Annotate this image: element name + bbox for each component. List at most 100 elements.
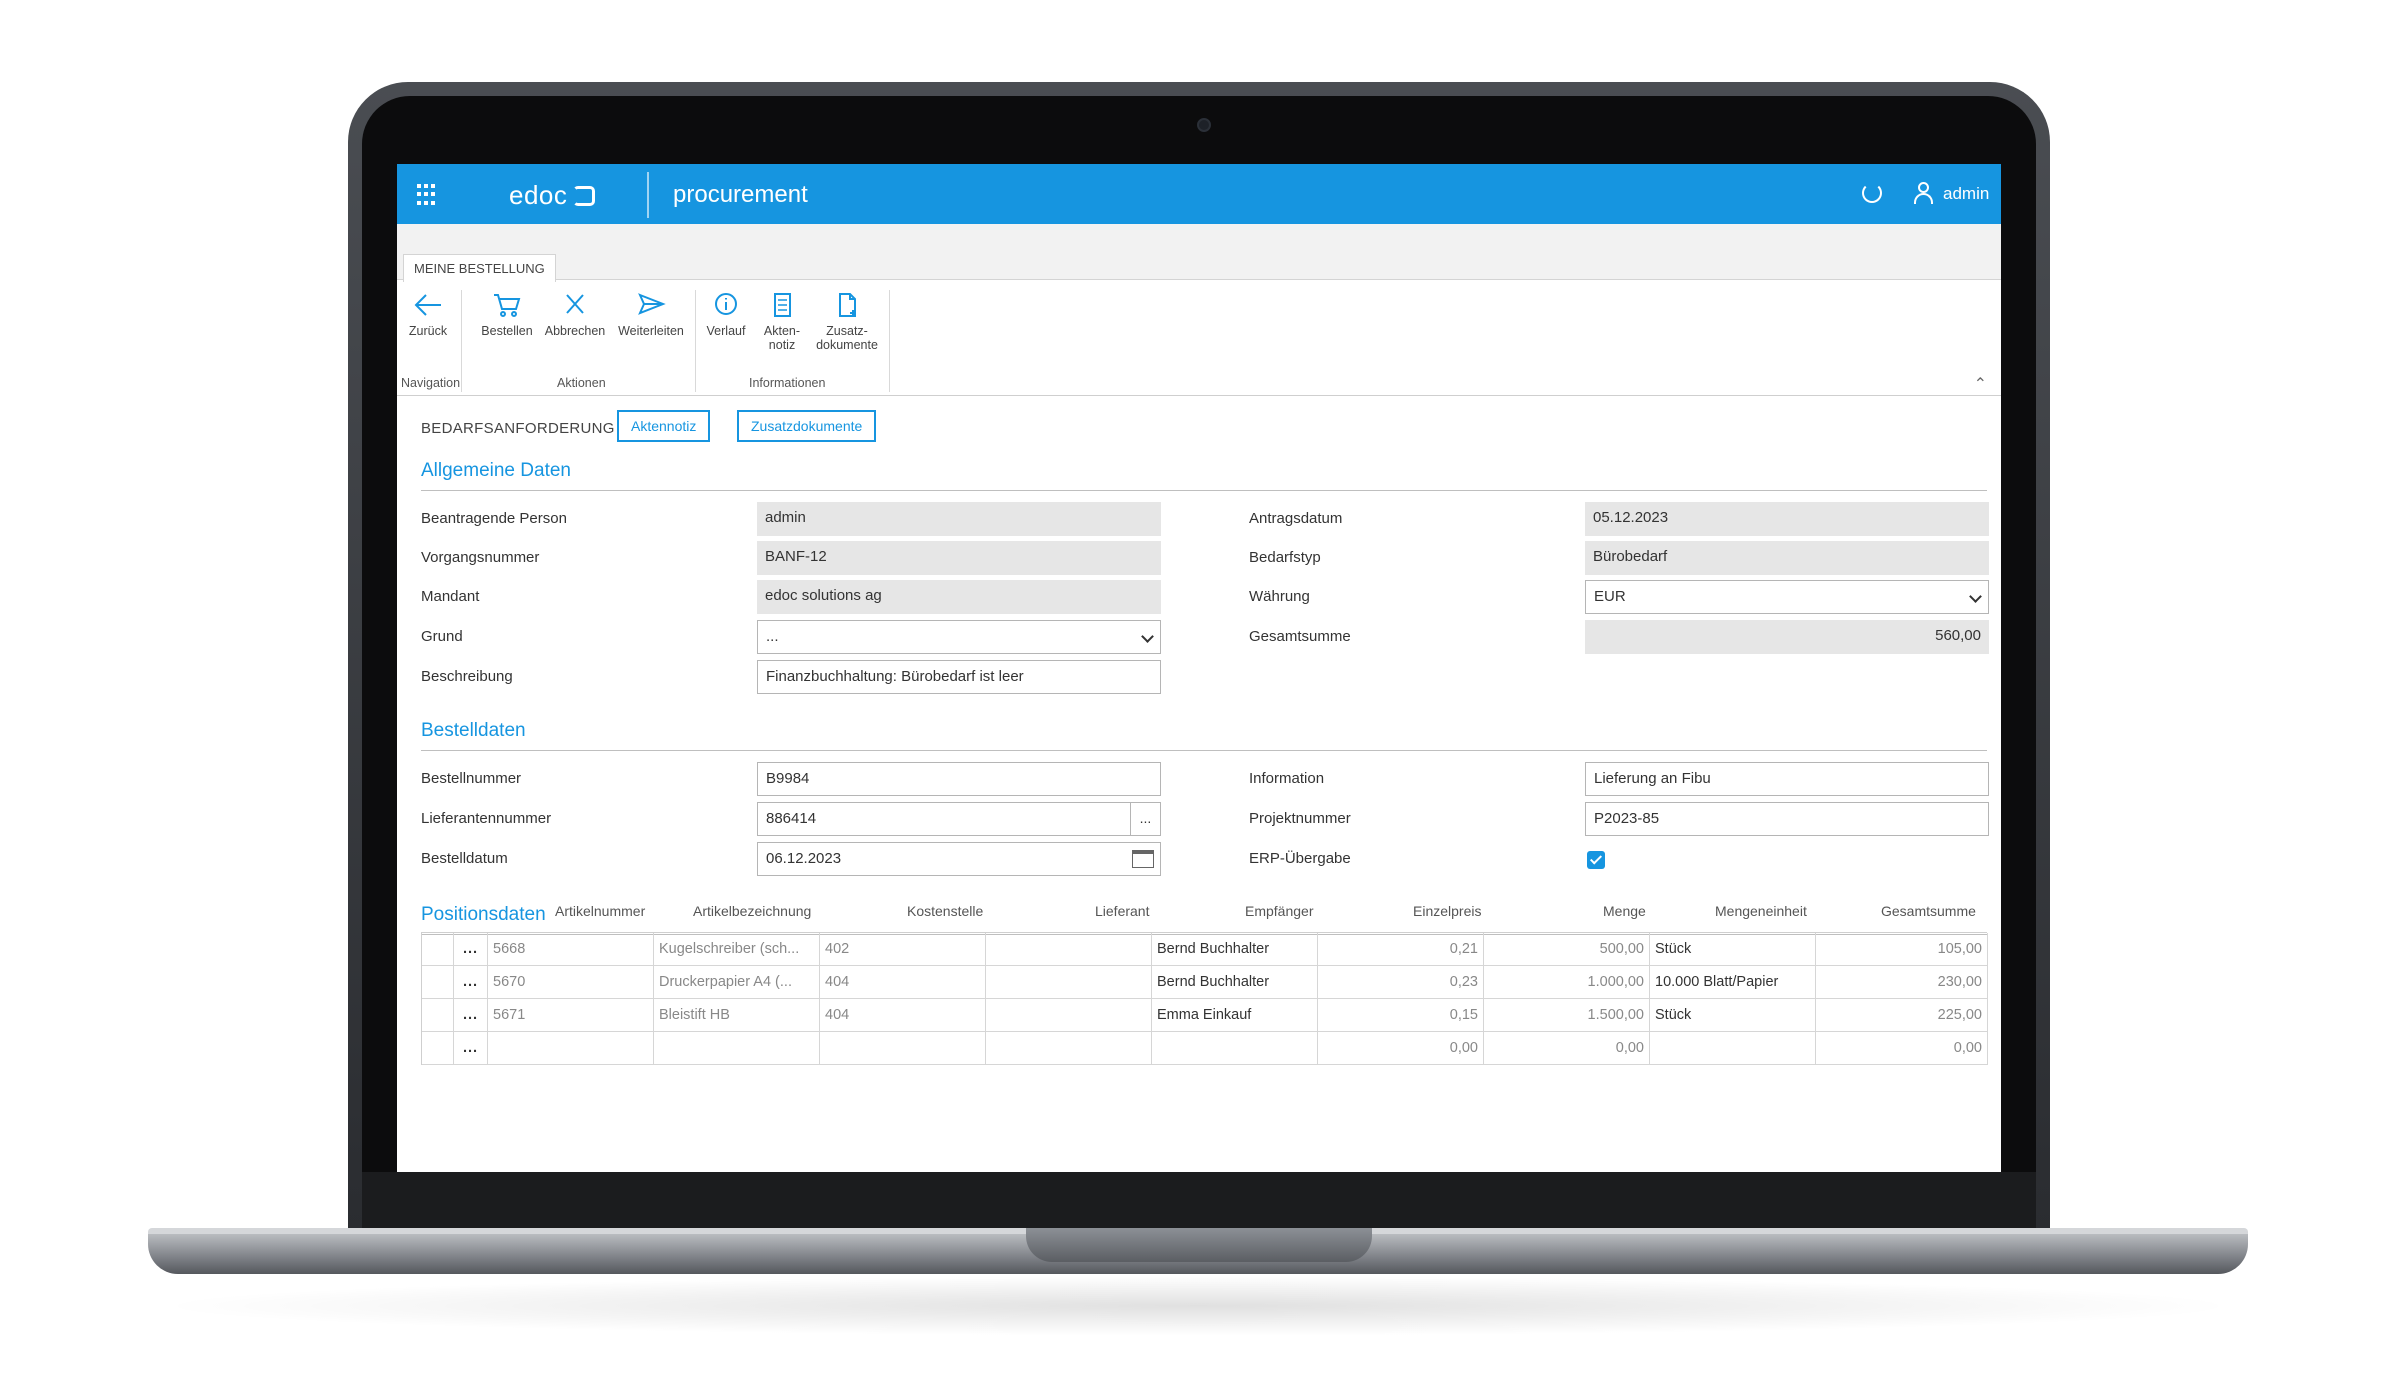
project-number-label: Projektnummer <box>1249 810 1351 827</box>
cell-article-name[interactable] <box>654 1032 820 1065</box>
cell-article-number[interactable]: 5668 <box>488 933 654 966</box>
column-header-article-name[interactable]: Artikelbezeichnung <box>693 903 811 919</box>
order-number-input[interactable]: B9984 <box>757 762 1161 796</box>
reason-select[interactable]: ... <box>757 620 1161 654</box>
cell-unit-price[interactable]: 0,00 <box>1318 1032 1484 1065</box>
column-header-unit-price[interactable]: Einzelpreis <box>1413 903 1481 919</box>
cell-recipient[interactable]: Bernd Buchhalter <box>1152 933 1318 966</box>
chevron-up-icon[interactable]: ⌃ <box>1974 374 1987 394</box>
tab-meine-bestellung[interactable]: MEINE BESTELLUNG <box>403 254 556 284</box>
order-button[interactable]: Bestellen <box>481 292 533 338</box>
cell-unit[interactable]: 10.000 Blatt/Papier <box>1650 966 1816 999</box>
cell-unit-price[interactable]: 0,21 <box>1318 933 1484 966</box>
cell-cost-center[interactable]: 402 <box>820 933 986 966</box>
group-label-info: Informationen <box>749 376 826 390</box>
information-input[interactable]: Lieferung an Fibu <box>1585 762 1989 796</box>
docs-link-button[interactable]: Zusatzdokumente <box>737 410 877 442</box>
cell-unit[interactable]: Stück <box>1650 933 1816 966</box>
cell-quantity[interactable]: 1.000,00 <box>1484 966 1650 999</box>
supplier-lookup-button[interactable]: ... <box>1130 803 1160 835</box>
cell-quantity[interactable]: 500,00 <box>1484 933 1650 966</box>
row-handle[interactable] <box>422 999 454 1032</box>
project-number-input[interactable]: P2023-85 <box>1585 802 1989 836</box>
app-launcher-icon[interactable] <box>417 184 439 206</box>
cell-cost-center[interactable]: 404 <box>820 999 986 1032</box>
cell-total[interactable]: 230,00 <box>1816 966 1988 999</box>
row-menu-button[interactable]: ... <box>454 933 488 966</box>
erp-transfer-label: ERP-Übergabe <box>1249 850 1351 867</box>
cell-article-number[interactable]: 5671 <box>488 999 654 1032</box>
history-button[interactable]: Verlauf <box>703 292 749 338</box>
section-divider <box>421 490 1987 491</box>
cell-cost-center[interactable] <box>820 1032 986 1065</box>
cell-recipient[interactable]: Bernd Buchhalter <box>1152 966 1318 999</box>
user-name[interactable]: admin <box>1943 184 1989 204</box>
group-separator <box>889 290 890 392</box>
cell-article-name[interactable]: Druckerpapier A4 (... <box>654 966 820 999</box>
currency-select[interactable]: EUR <box>1585 580 1989 614</box>
table-row[interactable]: ... 0,00 0,00 0,00 <box>422 1032 1988 1065</box>
cancel-button[interactable]: Abbrechen <box>542 292 608 338</box>
column-header-unit[interactable]: Mengeneinheit <box>1715 903 1807 919</box>
column-header-cost-center[interactable]: Kostenstelle <box>907 903 983 919</box>
cell-supplier[interactable] <box>986 933 1152 966</box>
cell-recipient[interactable] <box>1152 1032 1318 1065</box>
row-handle[interactable] <box>422 1032 454 1065</box>
section-divider <box>421 750 1987 751</box>
forward-button[interactable]: Weiterleiten <box>615 292 687 338</box>
cell-unit[interactable] <box>1650 1032 1816 1065</box>
row-handle[interactable] <box>422 966 454 999</box>
topbar-divider <box>647 172 649 218</box>
erp-transfer-checkbox[interactable] <box>1587 851 1605 869</box>
column-header-supplier[interactable]: Lieferant <box>1095 903 1149 919</box>
column-header-recipient[interactable]: Empfänger <box>1245 903 1313 919</box>
note-button[interactable]: Akten- notiz <box>759 292 805 352</box>
description-input[interactable]: Finanzbuchhaltung: Bürobedarf ist leer <box>757 660 1161 694</box>
cell-article-number[interactable]: 5670 <box>488 966 654 999</box>
note-link-button[interactable]: Aktennotiz <box>617 410 711 442</box>
description-label: Beschreibung <box>421 668 513 685</box>
section-title-general: Allgemeine Daten <box>421 460 571 481</box>
row-menu-button[interactable]: ... <box>454 999 488 1032</box>
order-label: Bestellen <box>481 324 533 338</box>
ribbon-tab-bar <box>397 224 2001 280</box>
column-header-quantity[interactable]: Menge <box>1603 903 1646 919</box>
refresh-icon[interactable] <box>1862 183 1882 203</box>
column-header-article-number[interactable]: Artikelnummer <box>555 903 645 919</box>
back-label: Zurück <box>408 324 448 338</box>
supplier-number-input[interactable]: 886414... <box>757 802 1161 836</box>
cell-unit-price[interactable]: 0,23 <box>1318 966 1484 999</box>
brand-logo: edoc <box>509 180 596 211</box>
row-menu-button[interactable]: ... <box>454 1032 488 1065</box>
column-header-total[interactable]: Gesamtsumme <box>1881 903 1976 919</box>
cell-quantity[interactable]: 0,00 <box>1484 1032 1650 1065</box>
user-icon[interactable] <box>1913 182 1935 206</box>
cell-unit[interactable]: Stück <box>1650 999 1816 1032</box>
cell-total[interactable]: 225,00 <box>1816 999 1988 1032</box>
cell-cost-center[interactable]: 404 <box>820 966 986 999</box>
reason-value: ... <box>766 628 779 645</box>
cell-supplier[interactable] <box>986 1032 1152 1065</box>
request-date-field: 05.12.2023 <box>1585 502 1989 536</box>
cell-article-number[interactable] <box>488 1032 654 1065</box>
row-handle[interactable] <box>422 933 454 966</box>
cell-recipient[interactable]: Emma Einkauf <box>1152 999 1318 1032</box>
cell-supplier[interactable] <box>986 966 1152 999</box>
supplier-number-label: Lieferantennummer <box>421 810 552 827</box>
cell-total[interactable]: 105,00 <box>1816 933 1988 966</box>
back-button[interactable]: Zurück <box>405 292 451 338</box>
cell-unit-price[interactable]: 0,15 <box>1318 999 1484 1032</box>
row-menu-button[interactable]: ... <box>454 966 488 999</box>
cell-total[interactable]: 0,00 <box>1816 1032 1988 1065</box>
chevron-down-icon <box>1141 630 1154 643</box>
docs-button[interactable]: Zusatz- dokumente <box>811 292 883 352</box>
table-row[interactable]: ... 5668 Kugelschreiber (sch... 402 Bern… <box>422 933 1988 966</box>
cell-article-name[interactable]: Bleistift HB <box>654 999 820 1032</box>
cell-supplier[interactable] <box>986 999 1152 1032</box>
cell-quantity[interactable]: 1.500,00 <box>1484 999 1650 1032</box>
calendar-icon[interactable] <box>1132 850 1154 868</box>
order-date-input[interactable]: 06.12.2023 <box>757 842 1161 876</box>
table-row[interactable]: ... 5671 Bleistift HB 404 Emma Einkauf 0… <box>422 999 1988 1032</box>
cell-article-name[interactable]: Kugelschreiber (sch... <box>654 933 820 966</box>
table-row[interactable]: ... 5670 Druckerpapier A4 (... 404 Bernd… <box>422 966 1988 999</box>
